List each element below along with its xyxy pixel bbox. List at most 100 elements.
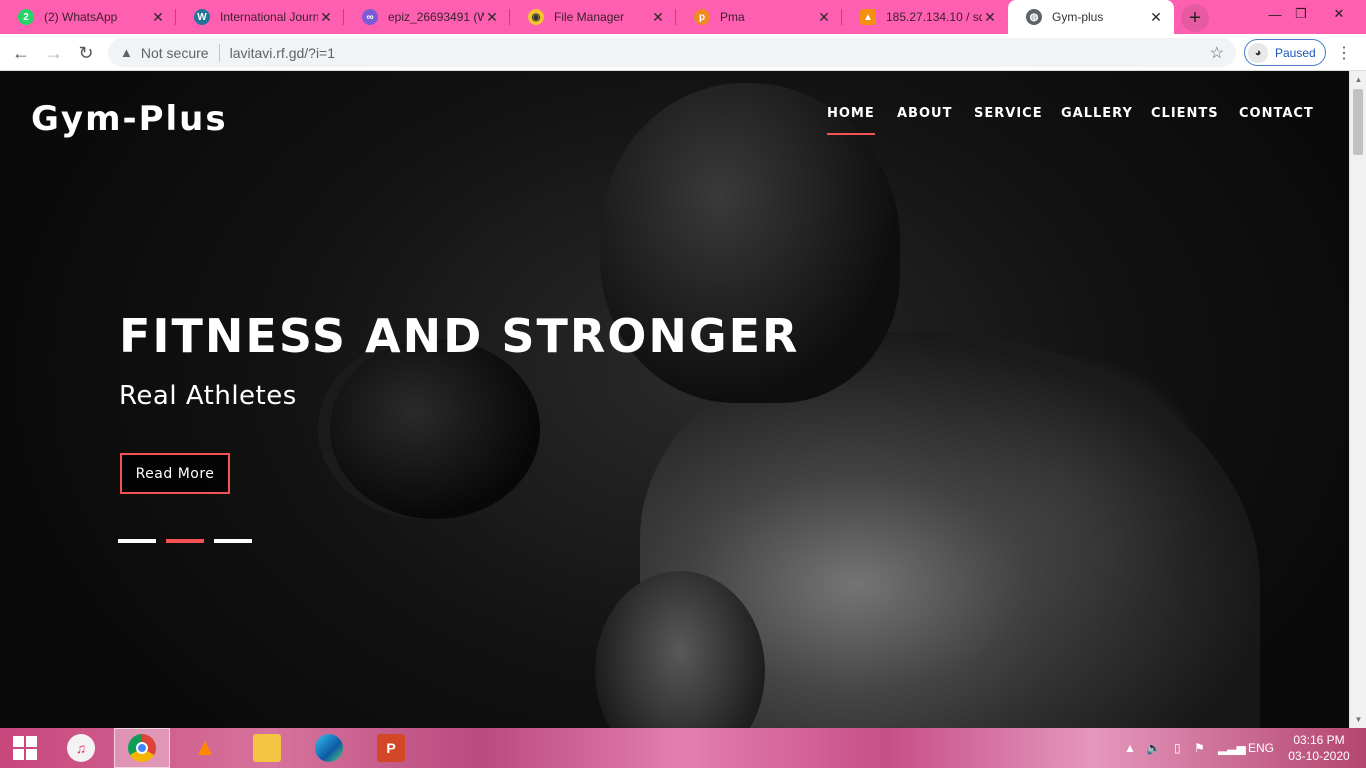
tab-title: Gym-plus xyxy=(1052,10,1104,24)
profile-status: Paused xyxy=(1275,45,1316,60)
address-bar[interactable]: ▲ Not secure lavitavi.rf.gd/?i=1 ☆ xyxy=(108,38,1236,67)
clock-time: 03:16 PM xyxy=(1293,733,1345,747)
pma-icon: p xyxy=(694,9,710,25)
tab-title: File Manager xyxy=(554,10,625,24)
vlc-icon: ▲ xyxy=(193,734,217,761)
taskbar-itunes[interactable]: ♫ xyxy=(53,728,109,768)
scroll-down-icon[interactable]: ▼ xyxy=(1350,711,1366,728)
slide-indicator-1[interactable] xyxy=(118,539,156,543)
phpmyadmin-icon: ▲ xyxy=(860,9,876,25)
tab-title: International Journa xyxy=(220,10,318,24)
speaker-icon: 🔈 xyxy=(1146,741,1161,755)
itunes-icon: ♫ xyxy=(67,734,95,762)
slide-indicator-3[interactable] xyxy=(214,539,252,543)
tab-gym-plus[interactable]: ◍ Gym-plus ✕ xyxy=(1008,0,1174,34)
maximize-button[interactable]: ❐ xyxy=(1284,0,1318,28)
read-more-button[interactable]: Read More xyxy=(120,453,230,494)
close-icon: ✕ xyxy=(1333,6,1345,21)
hero-section: Gym-Plus HOME ABOUT SERVICE GALLERY CLIE… xyxy=(0,71,1349,728)
edge-icon xyxy=(315,734,343,762)
tab-epiz[interactable]: ∞ epiz_26693491 (We ✕ xyxy=(344,0,510,34)
reload-icon: ↻ xyxy=(78,42,94,63)
page-scrollbar[interactable]: ▲ ▼ xyxy=(1349,71,1366,728)
tab-pma[interactable]: p Pma ✕ xyxy=(676,0,842,34)
taskbar-chrome[interactable] xyxy=(114,728,170,768)
tab-phpmyadmin[interactable]: ▲ 185.27.134.10 / sql ✕ xyxy=(842,0,1008,34)
nav-home[interactable]: HOME xyxy=(827,106,875,135)
bookmark-star-icon[interactable]: ☆ xyxy=(1210,43,1224,63)
browser-tab-strip: 2 (2) WhatsApp ✕ W International Journa … xyxy=(0,0,1366,34)
site-logo[interactable]: Gym-Plus xyxy=(31,99,228,139)
close-icon[interactable]: ✕ xyxy=(816,9,832,25)
taskbar-powerpoint[interactable]: P xyxy=(363,728,419,768)
clock-date: 03-10-2020 xyxy=(1288,749,1350,763)
profile-button[interactable]: ◕ Paused xyxy=(1244,39,1326,66)
minimize-icon: — xyxy=(1268,6,1282,22)
maximize-icon: ❐ xyxy=(1295,6,1307,21)
taskbar-vlc[interactable]: ▲ xyxy=(177,728,233,768)
back-button[interactable]: ← xyxy=(9,41,33,65)
taskbar-file-explorer[interactable] xyxy=(239,728,295,768)
battery-icon: ▯ xyxy=(1174,741,1181,755)
hero-background-dumbbell xyxy=(330,339,540,519)
tab-title: (2) WhatsApp xyxy=(44,10,118,24)
tab-title: Pma xyxy=(720,10,745,24)
flag-icon: ⚑ xyxy=(1194,741,1205,755)
infinityfree-icon: ∞ xyxy=(362,9,378,25)
clock[interactable]: 03:16 PM 03-10-2020 xyxy=(1284,732,1354,764)
nav-contact[interactable]: CONTACT xyxy=(1239,106,1314,121)
forward-arrow-icon: → xyxy=(45,42,63,63)
browser-menu-button[interactable]: ⋮ xyxy=(1334,42,1354,64)
nav-service[interactable]: SERVICE xyxy=(974,106,1043,121)
scrollbar-thumb[interactable] xyxy=(1353,89,1363,155)
forward-button[interactable]: → xyxy=(42,41,66,65)
warning-icon[interactable]: ▲ xyxy=(120,45,133,60)
start-button[interactable] xyxy=(0,728,50,768)
globe-icon: ◍ xyxy=(1026,9,1042,25)
network-button[interactable]: ▂▃▅ xyxy=(1218,728,1246,768)
hero-title: FITNESS AND STRONGER xyxy=(119,309,800,363)
battery-button[interactable]: ▯ xyxy=(1174,728,1181,768)
chrome-icon xyxy=(128,734,156,762)
chevron-up-icon: ▲ xyxy=(1124,741,1136,755)
scroll-up-icon[interactable]: ▲ xyxy=(1350,71,1366,88)
windows-taskbar: ♫ ▲ P ▲ 🔈 ▯ ⚑ ▂▃▅ ENG 03:16 PM 03-10-202… xyxy=(0,728,1366,768)
file-explorer-icon xyxy=(253,734,281,762)
slide-indicator-2[interactable] xyxy=(166,539,204,543)
tab-international-journal[interactable]: W International Journa ✕ xyxy=(176,0,344,34)
action-flag-button[interactable]: ⚑ xyxy=(1194,728,1205,768)
reload-button[interactable]: ↻ xyxy=(74,41,98,65)
nav-clients[interactable]: CLIENTS xyxy=(1151,106,1219,121)
url-text[interactable]: lavitavi.rf.gd/?i=1 xyxy=(230,45,335,61)
new-tab-button[interactable]: + xyxy=(1181,4,1209,32)
close-icon[interactable]: ✕ xyxy=(484,9,500,25)
tab-file-manager[interactable]: ◉ File Manager ✕ xyxy=(510,0,676,34)
more-vertical-icon: ⋮ xyxy=(1336,45,1352,62)
plus-icon: + xyxy=(1189,6,1201,29)
back-arrow-icon: ← xyxy=(12,42,30,63)
avatar: ◕ xyxy=(1248,42,1268,63)
nav-gallery[interactable]: GALLERY xyxy=(1061,106,1133,121)
volume-button[interactable]: 🔈 xyxy=(1146,728,1161,768)
tab-title: 185.27.134.10 / sql xyxy=(886,10,982,24)
close-icon[interactable]: ✕ xyxy=(318,9,334,25)
close-window-button[interactable]: ✕ xyxy=(1322,0,1356,28)
close-icon[interactable]: ✕ xyxy=(982,9,998,25)
nav-about[interactable]: ABOUT xyxy=(897,106,952,121)
wordpress-icon: W xyxy=(194,9,210,25)
whatsapp-icon: 2 xyxy=(18,9,34,25)
close-icon[interactable]: ✕ xyxy=(1148,9,1164,25)
language-indicator[interactable]: ENG xyxy=(1248,728,1274,768)
hero-subtitle: Real Athletes xyxy=(119,381,297,411)
tab-whatsapp[interactable]: 2 (2) WhatsApp ✕ xyxy=(0,0,176,34)
signal-icon: ▂▃▅ xyxy=(1218,741,1246,755)
security-label[interactable]: Not secure xyxy=(141,45,209,61)
show-hidden-icons[interactable]: ▲ xyxy=(1124,728,1136,768)
browser-toolbar: ← → ↻ ▲ Not secure lavitavi.rf.gd/?i=1 ☆… xyxy=(0,34,1366,71)
windows-icon xyxy=(13,736,37,760)
powerpoint-icon: P xyxy=(377,734,405,762)
tab-title: epiz_26693491 (We xyxy=(388,10,484,24)
close-icon[interactable]: ✕ xyxy=(150,9,166,25)
close-icon[interactable]: ✕ xyxy=(650,9,666,25)
taskbar-edge[interactable] xyxy=(301,728,357,768)
